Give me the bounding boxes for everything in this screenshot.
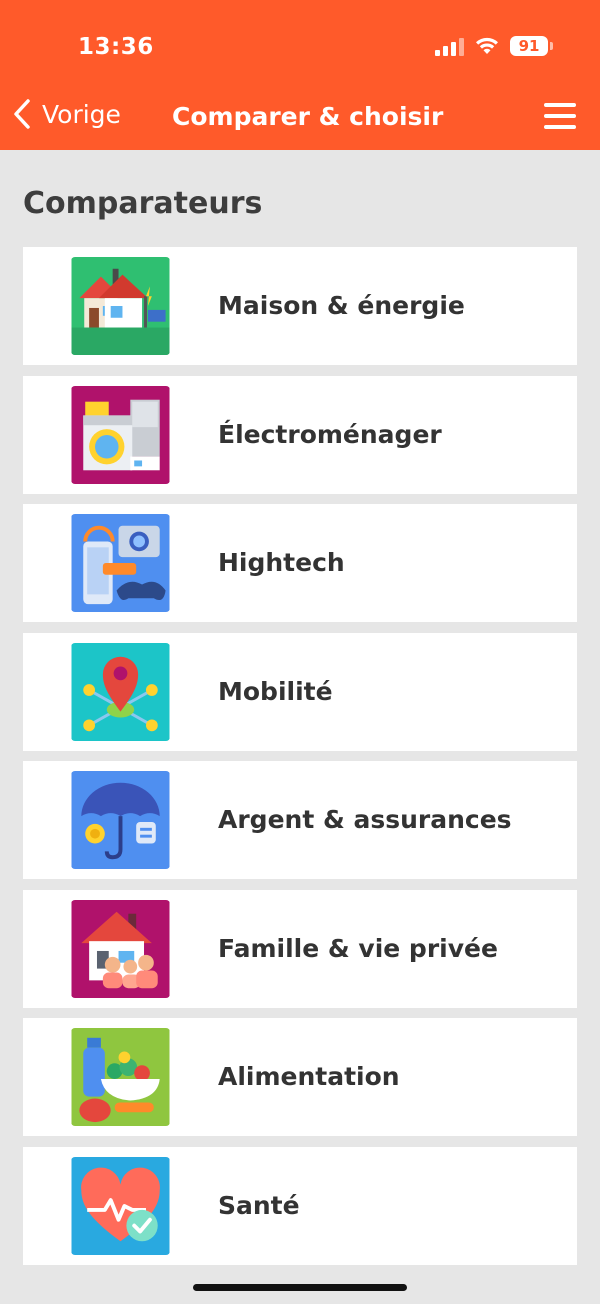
house-energy-icon [71, 257, 170, 355]
list-item-mobilite[interactable]: Mobilité [23, 632, 577, 751]
list-item-hightech[interactable]: Hightech [23, 504, 577, 622]
health-icon [71, 1156, 170, 1255]
list-item-electromenager[interactable]: Électroménager [23, 375, 577, 494]
item-label: Alimentation [218, 1062, 400, 1091]
chevron-left-icon [14, 99, 30, 129]
appliances-icon [71, 385, 170, 484]
item-label: Santé [218, 1190, 300, 1220]
item-label: Famille & vie privée [218, 933, 498, 963]
back-label: Vorige [42, 99, 121, 129]
list-item-sante[interactable]: Santé [23, 1146, 577, 1265]
money-insurance-icon [71, 771, 170, 869]
signal-icon [435, 36, 464, 56]
battery-icon: 91 [510, 36, 553, 56]
item-label: Hightech [218, 548, 345, 577]
back-button[interactable]: Vorige [12, 98, 121, 130]
wifi-icon [476, 37, 498, 54]
list-item-maison-energie[interactable]: Maison & énergie [23, 247, 577, 365]
item-label: Maison & énergie [218, 291, 465, 320]
home-indicator[interactable] [193, 1284, 407, 1291]
family-icon [71, 899, 170, 998]
food-icon [71, 1028, 170, 1126]
list-item-alimentation[interactable]: Alimentation [23, 1018, 577, 1136]
item-label: Argent & assurances [218, 805, 512, 834]
hightech-icon [71, 514, 170, 612]
page-title: Comparer & choisir [172, 102, 444, 131]
section-title: Comparateurs [23, 186, 263, 221]
top-bar: 13:36 91 Vorige Comparer & choisir [0, 0, 600, 150]
status-time: 13:36 [78, 34, 154, 60]
item-label: Mobilité [218, 676, 333, 706]
item-label: Électroménager [218, 419, 442, 449]
status-indicators: 91 [435, 36, 553, 56]
mobility-icon [71, 642, 170, 741]
list-item-famille-vie-privee[interactable]: Famille & vie privée [23, 889, 577, 1008]
menu-icon[interactable] [544, 103, 576, 136]
list-item-argent-assurances[interactable]: Argent & assurances [23, 761, 577, 879]
comparator-list: Maison & énergie Électroménager Hightech… [23, 247, 577, 1275]
